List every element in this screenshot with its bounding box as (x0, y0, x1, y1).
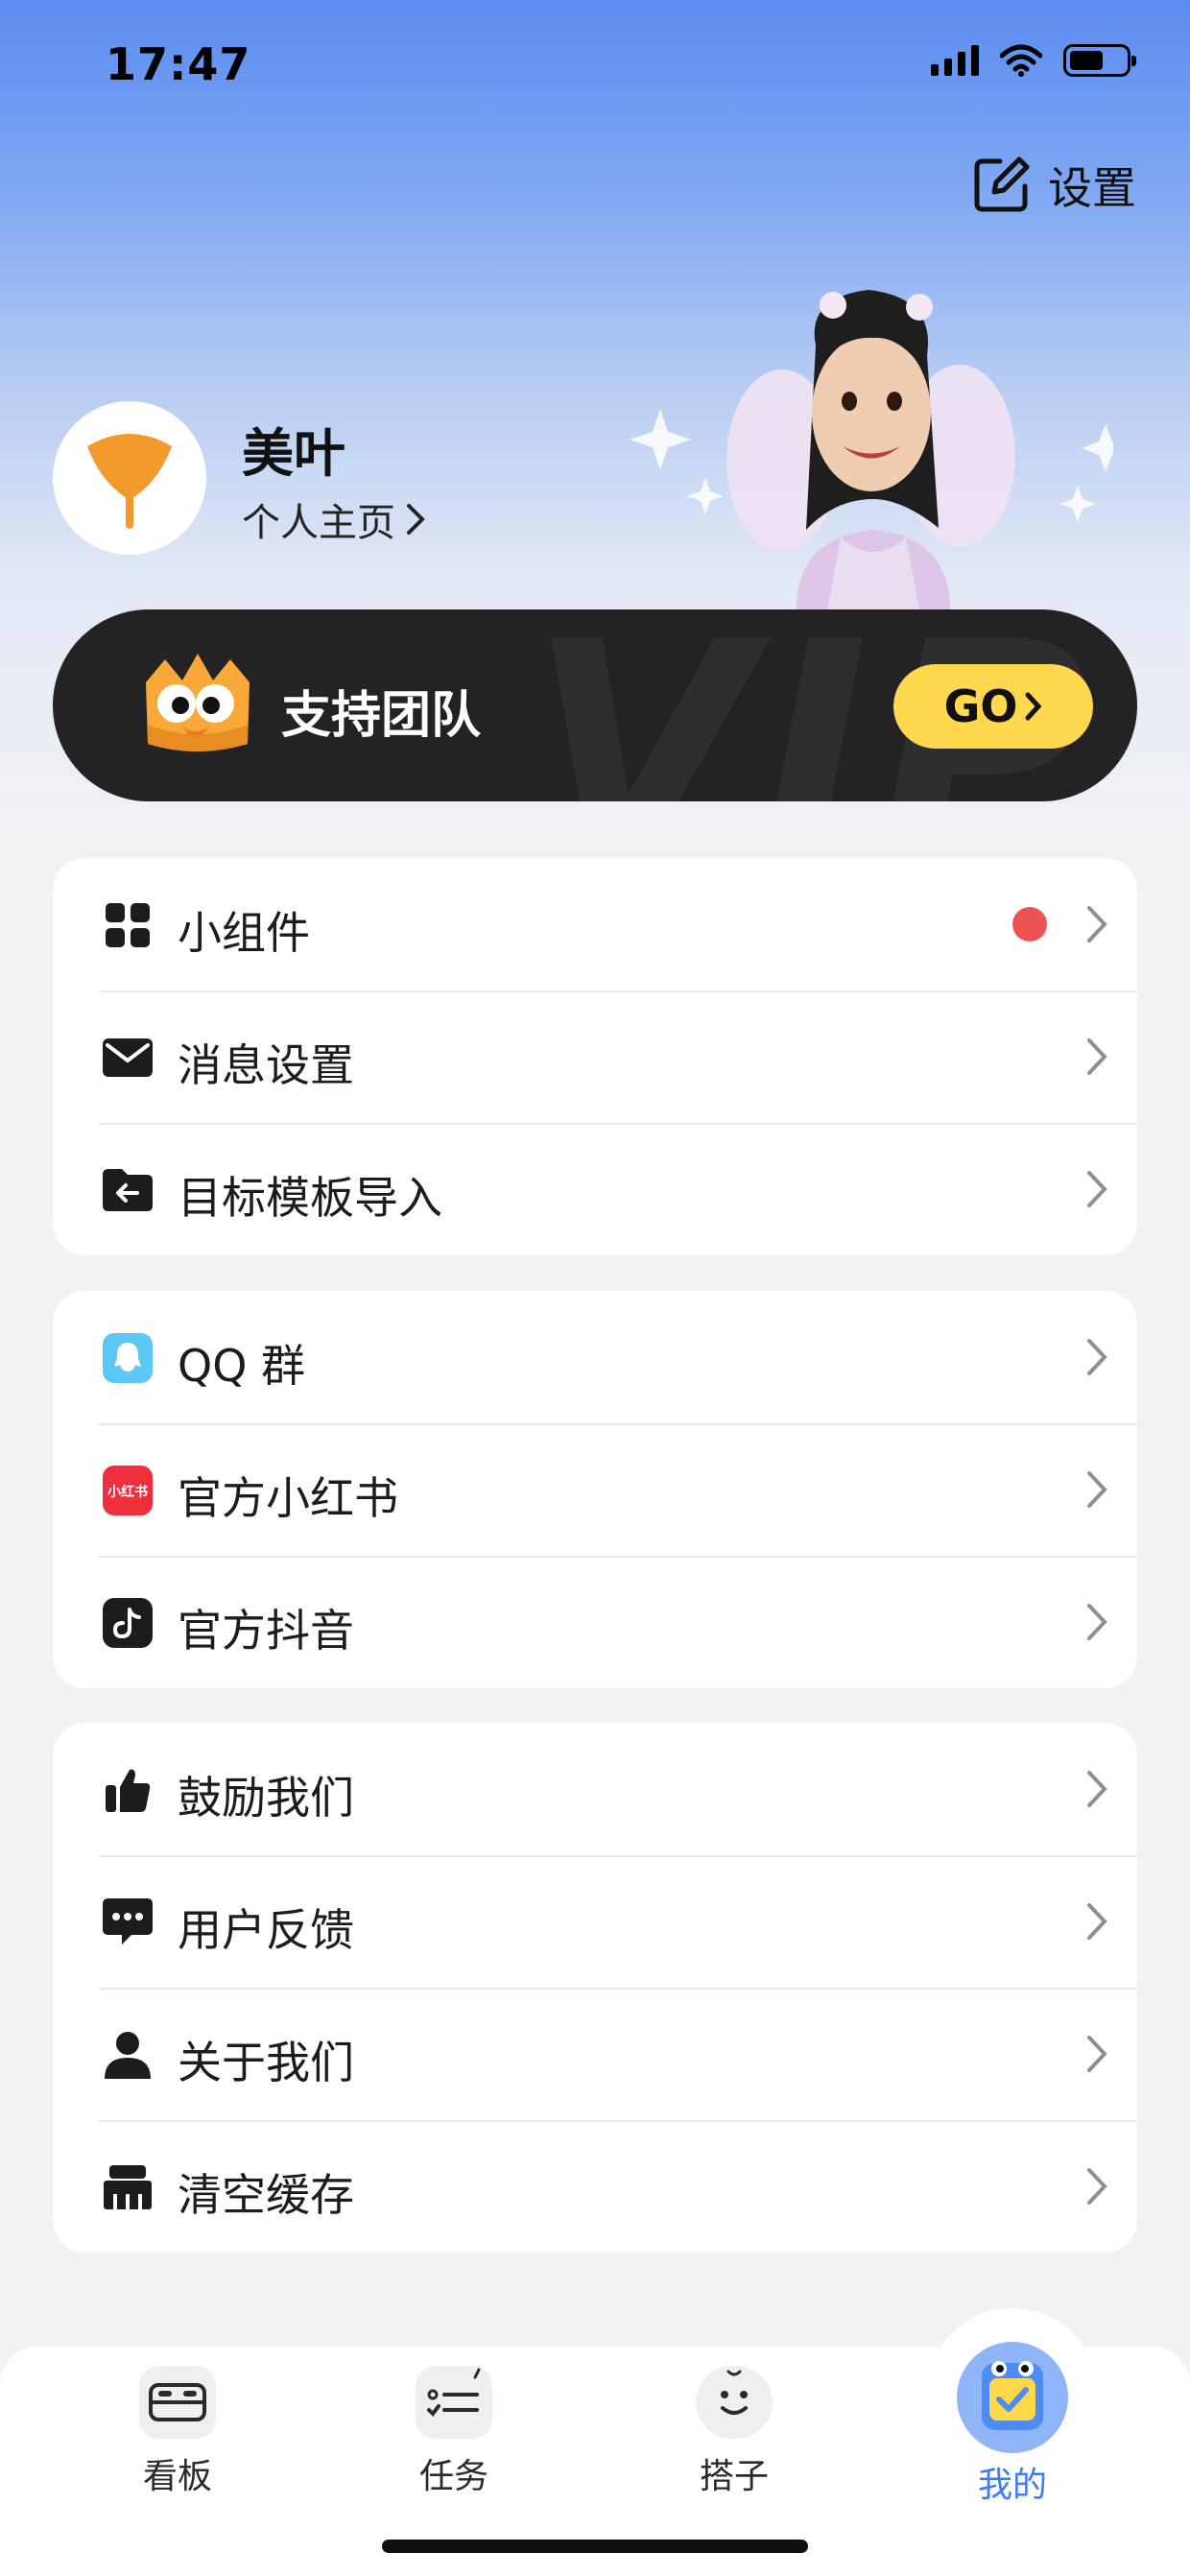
folder-import-icon (103, 1165, 153, 1215)
chevron-right-icon (407, 504, 425, 535)
chevron-right-icon (1087, 1471, 1107, 1508)
menu-item-label: QQ 群 (178, 1340, 306, 1392)
battery-icon (1063, 44, 1136, 77)
username: 美叶 (242, 423, 345, 484)
menu-item-label: 消息设置 (178, 1039, 354, 1091)
task-list-icon (416, 2366, 492, 2439)
fairy-mascot-illustration (630, 290, 1113, 609)
qq-icon (103, 1333, 153, 1383)
chevron-right-icon (1087, 1171, 1107, 1207)
settings-label: 设置 (1048, 162, 1136, 214)
support-team-title: 支持团队 (281, 687, 482, 745)
home-link-label: 个人主页 (242, 501, 395, 545)
menu-item-message-settings[interactable]: 消息设置 (53, 990, 1137, 1123)
go-button-label: GO (943, 680, 1018, 732)
mine-icon (957, 2342, 1068, 2453)
tab-label: 看板 (142, 2457, 212, 2496)
menu-item-label: 鼓励我们 (178, 1772, 354, 1824)
buddy-icon (696, 2366, 773, 2439)
chevron-right-icon (1087, 906, 1107, 942)
settings-card-tools: 小组件 消息设置 目标模板导入 (53, 858, 1137, 1255)
mail-icon (103, 1033, 153, 1083)
menu-item-feedback[interactable]: 用户反馈 (53, 1855, 1137, 1988)
ginkgo-leaf-icon (87, 434, 172, 529)
personal-homepage-link[interactable]: 个人主页 (242, 491, 426, 547)
menu-item-label: 目标模板导入 (178, 1172, 442, 1224)
status-icons (931, 44, 1136, 77)
avatar[interactable] (53, 401, 206, 555)
chevron-right-icon (1087, 1038, 1107, 1075)
person-icon (103, 2030, 153, 2080)
chevron-right-icon (1025, 692, 1042, 721)
chevron-right-icon (1087, 1604, 1107, 1640)
edit-icon (974, 156, 1030, 212)
notification-badge (1012, 907, 1047, 942)
cellular-signal-icon (931, 45, 979, 76)
chat-bubble-icon (103, 1897, 153, 1947)
settings-card-community: QQ 群 小红书 官方小红书 官方抖音 (53, 1291, 1137, 1688)
settings-card-about: 鼓励我们 用户反馈 关于我们 清空缓存 (53, 1723, 1137, 2253)
support-team-banner[interactable]: VIP 支持团队 GO (53, 609, 1137, 801)
wifi-icon (1000, 44, 1042, 77)
chevron-right-icon (1087, 1339, 1107, 1375)
tab-buddy[interactable]: 搭子 (638, 2366, 830, 2498)
thumbs-up-icon (103, 1765, 153, 1815)
settings-button[interactable]: 设置 (971, 154, 1136, 217)
chevron-right-icon (1087, 2168, 1107, 2205)
broom-icon (103, 2162, 153, 2212)
status-time: 17:47 (106, 38, 251, 90)
menu-item-label: 用户反馈 (178, 1904, 354, 1956)
chevron-right-icon (1087, 1903, 1107, 1940)
menu-item-label: 官方抖音 (178, 1605, 354, 1657)
menu-item-label: 小组件 (178, 907, 310, 959)
menu-item-template-import[interactable]: 目标模板导入 (53, 1123, 1137, 1255)
menu-item-xiaohongshu[interactable]: 小红书 官方小红书 (53, 1423, 1137, 1556)
chevron-right-icon (1087, 1771, 1107, 1807)
crown-mascot-icon (146, 654, 250, 751)
xiaohongshu-icon: 小红书 (103, 1466, 153, 1515)
menu-item-widgets[interactable]: 小组件 (53, 858, 1137, 990)
tab-label: 搭子 (699, 2457, 769, 2496)
tab-board[interactable]: 看板 (82, 2366, 274, 2498)
menu-item-clear-cache[interactable]: 清空缓存 (53, 2120, 1137, 2253)
tab-label: 我的 (977, 2466, 1047, 2505)
tab-label: 任务 (418, 2457, 488, 2496)
menu-item-label: 清空缓存 (178, 2169, 354, 2221)
douyin-icon (103, 1598, 153, 1648)
chevron-right-icon (1087, 2036, 1107, 2072)
home-indicator (382, 2540, 808, 2553)
xiaohongshu-icon-text: 小红书 (107, 1484, 148, 1500)
go-button[interactable]: GO (893, 664, 1093, 749)
tab-tasks[interactable]: 任务 (358, 2366, 550, 2498)
menu-item-label: 关于我们 (178, 2037, 354, 2088)
board-icon (139, 2366, 216, 2439)
menu-item-about-us[interactable]: 关于我们 (53, 1988, 1137, 2120)
menu-item-label: 官方小红书 (178, 1472, 398, 1524)
menu-item-encourage[interactable]: 鼓励我们 (53, 1723, 1137, 1855)
menu-item-douyin[interactable]: 官方抖音 (53, 1556, 1137, 1688)
tab-mine[interactable]: 我的 (916, 2342, 1108, 2507)
menu-item-qq-group[interactable]: QQ 群 (53, 1291, 1137, 1423)
widgets-icon (103, 900, 153, 950)
